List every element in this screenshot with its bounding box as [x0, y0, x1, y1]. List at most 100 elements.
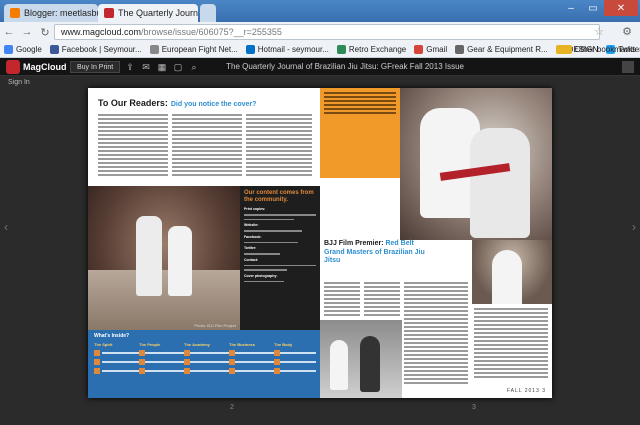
new-tab-button[interactable]	[200, 4, 216, 22]
bookmark-gmail[interactable]: Gmail	[414, 45, 447, 54]
page-number-left: 2	[230, 404, 234, 411]
other-bookmarks-folder[interactable]: Other bookmarks	[562, 45, 636, 54]
magcloud-logo-text: MagCloud	[23, 62, 67, 72]
url-path: /browse/issue/606075?__r=255355	[141, 27, 282, 37]
page-footer: FALL 2013 3	[506, 388, 546, 394]
sign-in-link[interactable]: Sign In	[8, 79, 30, 86]
readers-body-text	[98, 114, 168, 178]
tab-blogger[interactable]: Blogger: meetlasbu - Crea... ×	[4, 4, 98, 22]
magcloud-logo-icon	[6, 60, 20, 74]
bookmark-european-fight[interactable]: European Fight Net...	[149, 45, 238, 54]
film-body-text	[324, 282, 360, 318]
fullscreen-icon[interactable]	[622, 61, 634, 73]
address-bar[interactable]: www.magcloud.com/browse/issue/606075?__r…	[54, 24, 600, 40]
camera-operator-figure	[360, 336, 380, 392]
browser-toolbar: ← → ↻ www.magcloud.com/browse/issue/6060…	[0, 22, 640, 42]
bookmark-label: Google	[16, 45, 42, 54]
readers-body-text	[246, 114, 312, 178]
bookmark-label: European Fight Net...	[161, 45, 238, 54]
blogger-icon	[10, 8, 20, 18]
athlete-figure	[136, 216, 162, 296]
wrench-menu-icon[interactable]: ⚙	[622, 25, 632, 38]
gmail-icon	[414, 45, 424, 54]
tab-magcloud[interactable]: The Quarterly Journa... ×	[98, 4, 198, 22]
community-label: Print copies:	[244, 207, 266, 211]
zoom-icon[interactable]: ⌕	[188, 61, 200, 73]
reload-button[interactable]: ↻	[36, 23, 54, 41]
bookmark-label: Facebook | Seymour...	[61, 45, 142, 54]
issue-title: The Quarterly Journal of Brazilian Jiu J…	[226, 62, 464, 71]
bookmark-label: Hotmail - seymour...	[257, 45, 329, 54]
readers-title: To Our Readers:	[98, 98, 168, 108]
window-controls: – ▭ ✕	[560, 0, 638, 16]
magcloud-toolbar: MagCloud Buy In Print ⇪ ✉ ▦ ▢ ⌕ The Quar…	[0, 58, 640, 76]
bookmark-star-icon[interactable]: ☆	[594, 25, 604, 38]
film-body-text	[404, 282, 468, 386]
close-window-button[interactable]: ✕	[604, 0, 638, 16]
forward-button[interactable]: →	[18, 23, 36, 41]
minimize-button[interactable]: –	[560, 0, 582, 16]
whats-inside-column: The Body	[274, 342, 316, 396]
share-icon[interactable]: ⇪	[124, 61, 136, 73]
community-label: Website:	[244, 223, 259, 227]
page-icon	[455, 45, 465, 54]
bookmark-facebook[interactable]: Facebook | Seymour...	[49, 45, 142, 54]
athlete-figure	[168, 226, 192, 296]
readers-subtitle: Did you notice the cover?	[170, 101, 257, 108]
browser-window: Blogger: meetlasbu - Crea... × The Quart…	[0, 0, 640, 425]
photo-credit: Photo: BJJ Film Project	[194, 323, 236, 328]
film-title-prefix: BJJ Film Premier:	[324, 240, 384, 247]
bookmark-label: Retro Exchange	[348, 45, 407, 54]
community-label: Contact:	[244, 257, 259, 262]
readers-body-text	[172, 114, 242, 178]
community-label: Cover photography:	[244, 273, 278, 278]
bookmarks-bar: Google Facebook | Seymour... European Fi…	[0, 42, 640, 58]
gi-figure	[330, 340, 348, 390]
whats-inside-heading: What's Inside?	[94, 333, 130, 339]
email-icon[interactable]: ✉	[140, 61, 152, 73]
gi-figure	[492, 250, 522, 304]
google-icon	[4, 45, 13, 54]
page-icon	[149, 45, 159, 54]
community-box: Our content comes from the community. Pr…	[240, 186, 320, 330]
community-label: Facebook:	[244, 234, 262, 239]
film-set-photo	[320, 320, 402, 398]
film-headline: BJJ Film Premier: Red Belt Grand Masters…	[324, 240, 434, 280]
prev-page-arrow-icon[interactable]: ‹	[4, 220, 8, 234]
community-label: Twitter:	[244, 246, 257, 250]
right-page: BJJ Film Premier: Red Belt Grand Masters…	[320, 88, 552, 398]
film-body-text	[364, 282, 400, 318]
page-number-right: 3	[472, 404, 476, 411]
mat-area	[88, 270, 240, 330]
bookmark-retro-exchange[interactable]: Retro Exchange	[336, 45, 407, 54]
belt-photo	[400, 88, 552, 240]
url-host: www.magcloud.com	[61, 27, 142, 37]
buy-in-print-button[interactable]: Buy In Print	[70, 61, 121, 73]
magcloud-icon	[104, 8, 114, 18]
back-button[interactable]: ←	[0, 23, 18, 41]
gi-figure	[470, 128, 530, 238]
bookmark-google[interactable]: Google	[4, 45, 42, 54]
right-top-text	[324, 92, 396, 116]
grandmasters-photo	[472, 240, 552, 304]
magazine-spread[interactable]: To Our Readers: Did you notice the cover?…	[88, 88, 552, 398]
magcloud-logo[interactable]: MagCloud	[6, 60, 67, 74]
facebook-icon	[49, 45, 59, 54]
community-heading: Our content comes from the community.	[244, 190, 314, 203]
tab-bar: Blogger: meetlasbu - Crea... × The Quart…	[0, 0, 640, 22]
left-page: To Our Readers: Did you notice the cover?…	[88, 88, 320, 398]
maximize-button[interactable]: ▭	[582, 0, 604, 16]
tab-label: The Quarterly Journa...	[118, 8, 198, 18]
next-page-arrow-icon[interactable]: ›	[632, 220, 636, 234]
other-bookmarks-label: Other bookmarks	[574, 45, 636, 54]
tab-label: Blogger: meetlasbu - Crea...	[24, 8, 98, 18]
grid-view-icon[interactable]: ▦	[156, 61, 168, 73]
column-heading: The Body	[274, 342, 293, 347]
bookmark-gear[interactable]: Gear & Equipment R...	[455, 45, 548, 54]
whats-inside-box: What's Inside? The Spirit The People The…	[88, 330, 320, 398]
page-icon	[336, 45, 346, 54]
bookmark-hotmail[interactable]: Hotmail - seymour...	[245, 45, 329, 54]
bookmark-label: Gear & Equipment R...	[467, 45, 548, 54]
bookmark-label: Gmail	[426, 45, 448, 54]
page-view-icon[interactable]: ▢	[172, 61, 184, 73]
